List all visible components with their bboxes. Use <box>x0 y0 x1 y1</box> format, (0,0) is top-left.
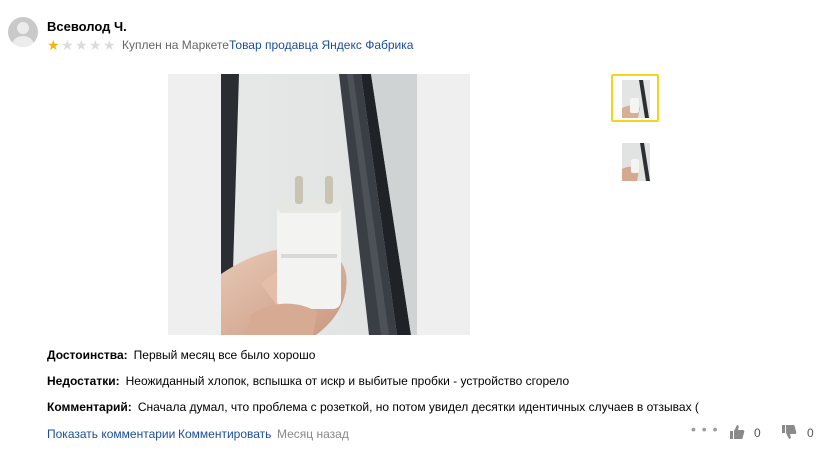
thumbs-up-icon[interactable] <box>729 424 745 440</box>
star-icon: ★ <box>75 37 88 53</box>
star-icon: ★ <box>103 37 116 53</box>
author-name: Всеволод Ч. <box>47 19 127 34</box>
ellipsis-icon[interactable]: • • • <box>691 421 718 437</box>
bought-on-market-label: Куплен на Маркете <box>122 38 229 52</box>
star-icon: ★ <box>47 37 60 53</box>
avatar <box>8 17 38 47</box>
comment-link[interactable]: Комментировать <box>178 427 271 441</box>
cons-row: Недостатки: Неожиданный хлопок, вспышка о… <box>47 374 569 388</box>
thumbs-down-icon[interactable] <box>781 424 797 440</box>
rating-stars: ★ ★ ★ ★ ★ <box>47 38 116 52</box>
pros-label: Достоинства: <box>47 348 128 362</box>
photo-thumbnail-1[interactable] <box>611 74 659 122</box>
comment-label: Комментарий: <box>47 400 132 414</box>
review-photo-viewer[interactable] <box>168 74 470 335</box>
photo-thumbnail-2[interactable] <box>611 137 659 185</box>
comment-row: Комментарий: Сначала думал, что проблема … <box>47 400 699 414</box>
review-date: Месяц назад <box>277 427 349 441</box>
show-comments-link[interactable]: Показать комментарии <box>47 427 175 441</box>
dislikes-count: 0 <box>807 426 814 440</box>
review-photo[interactable] <box>221 74 417 335</box>
star-icon: ★ <box>61 37 74 53</box>
likes-count: 0 <box>754 426 761 440</box>
comment-text: Сначала думал, что проблема с розеткой, … <box>137 400 699 414</box>
cons-label: Недостатки: <box>47 374 120 388</box>
avatar-head <box>17 22 29 34</box>
cons-text: Неожиданный хлопок, вспышка от искр и вы… <box>125 374 570 388</box>
star-icon: ★ <box>89 37 102 53</box>
pros-text: Первый месяц все было хорошо <box>133 348 316 362</box>
pros-row: Достоинства: Первый месяц все было хорошо <box>47 348 315 362</box>
seller-link[interactable]: Товар продавца Яндекс Фабрика <box>229 38 413 52</box>
avatar-torso <box>12 36 34 47</box>
